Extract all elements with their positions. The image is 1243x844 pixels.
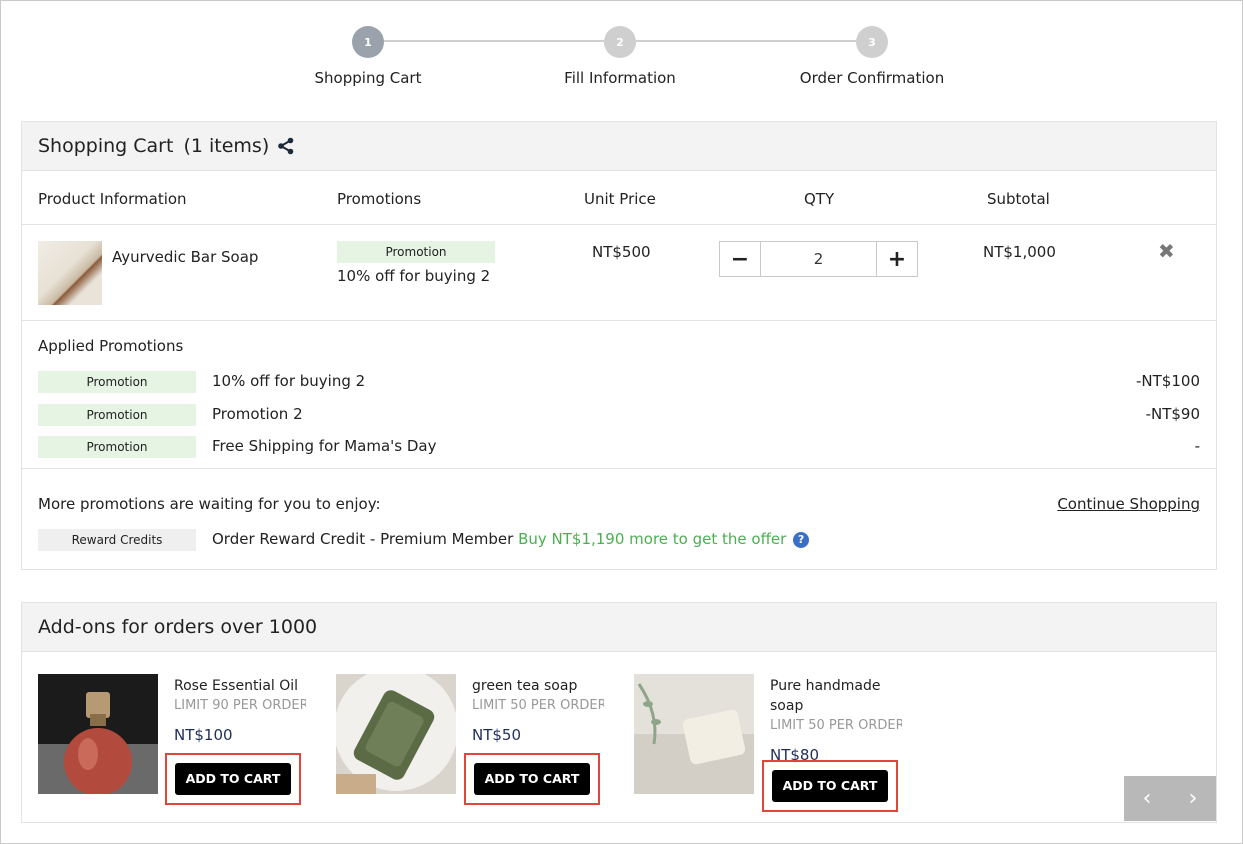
col-unit-price: Unit Price	[584, 190, 656, 208]
continue-shopping-link[interactable]: Continue Shopping	[1057, 495, 1200, 513]
promotion-name: Free Shipping for Mama's Day	[212, 437, 437, 455]
reward-offer-text: Order Reward Credit - Premium Member	[212, 530, 514, 548]
addon-limit: LIMIT 50 PER ORDER	[472, 698, 604, 713]
chevron-right-icon[interactable]: ›	[1170, 776, 1216, 821]
addon-card: Pure handmade soap LIMIT 50 PER ORDER NT…	[634, 674, 914, 814]
qty-increase-button[interactable]: +	[877, 242, 917, 276]
col-product-info: Product Information	[38, 190, 187, 208]
qty-decrease-button[interactable]: −	[720, 242, 760, 276]
addon-limit: LIMIT 50 PER ORDER	[770, 718, 902, 733]
addons-header: Add-ons for orders over 1000	[22, 603, 1216, 652]
step-1-label: Shopping Cart	[314, 69, 422, 87]
add-to-cart-button[interactable]: ADD TO CART	[474, 763, 590, 795]
share-icon[interactable]	[277, 137, 295, 155]
reward-offer-hint: Buy NT$1,190 more to get the offer	[518, 530, 787, 548]
col-promotions: Promotions	[337, 190, 422, 208]
addons-panel: Add-ons for orders over 1000 Rose Essent…	[21, 602, 1217, 823]
step-3-indicator: 3	[856, 26, 888, 58]
applied-promotion-row: Promotion 10% off for buying 2 -NT$100	[38, 371, 1200, 395]
promotion-tag: Promotion	[38, 371, 196, 393]
help-icon[interactable]: ?	[793, 531, 810, 548]
add-to-cart-button[interactable]: ADD TO CART	[175, 763, 291, 795]
col-subtotal: Subtotal	[987, 190, 1050, 208]
more-promotions-title: More promotions are waiting for you to e…	[38, 495, 381, 513]
add-to-cart-highlight: ADD TO CART	[165, 753, 301, 805]
qty-input[interactable]: 2	[760, 242, 877, 276]
promotion-amount: -NT$90	[1145, 405, 1200, 423]
applied-promotion-row: Promotion Free Shipping for Mama's Day -	[38, 436, 1200, 460]
promotion-tag: Promotion	[38, 436, 196, 458]
promotion-amount: -	[1194, 437, 1200, 455]
step-2-label: Fill Information	[564, 69, 676, 87]
addon-image-green-tea-soap[interactable]	[334, 667, 458, 794]
promotion-amount: -NT$100	[1136, 372, 1200, 390]
addon-price: NT$50	[472, 726, 522, 744]
add-to-cart-highlight: ADD TO CART	[762, 760, 898, 812]
addon-card: green tea soap LIMIT 50 PER ORDER NT$50 …	[334, 667, 616, 814]
applied-promotion-row: Promotion Promotion 2 -NT$90	[38, 404, 1200, 428]
addon-name[interactable]: Rose Essential Oil	[174, 676, 304, 696]
promotion-name: 10% off for buying 2	[212, 372, 366, 390]
cart-item-count: (1 items)	[183, 135, 270, 157]
addon-image-rose-oil[interactable]	[38, 674, 158, 796]
promotion-name: Promotion 2	[212, 405, 303, 423]
product-thumbnail[interactable]	[38, 241, 102, 305]
cart-item-row: Ayurvedic Bar Soap Promotion 10% off for…	[22, 225, 1216, 321]
addon-image-handmade-soap[interactable]	[634, 674, 754, 794]
addon-price: NT$100	[174, 726, 233, 744]
reward-credits-tag: Reward Credits	[38, 529, 196, 551]
addon-name[interactable]: Pure handmade soap	[770, 676, 900, 716]
addons-carousel-nav: ‹ ›	[1124, 776, 1216, 821]
addon-name[interactable]: green tea soap	[472, 676, 602, 696]
add-to-cart-button[interactable]: ADD TO CART	[772, 770, 888, 802]
cart-header: Shopping Cart (1 items)	[22, 122, 1216, 171]
promotion-tag: Promotion	[38, 404, 196, 426]
shopping-cart-panel: Shopping Cart (1 items) Product Informat…	[21, 121, 1217, 570]
addon-card: Rose Essential Oil LIMIT 90 PER ORDER NT…	[38, 674, 318, 814]
step-2-indicator: 2	[604, 26, 636, 58]
quantity-stepper: − 2 +	[719, 241, 918, 277]
product-name[interactable]: Ayurvedic Bar Soap	[112, 248, 258, 266]
chevron-left-icon[interactable]: ‹	[1124, 776, 1170, 821]
step-connector	[636, 40, 856, 42]
promotion-text: 10% off for buying 2	[337, 267, 491, 285]
cart-title: Shopping Cart	[38, 135, 174, 157]
item-subtotal: NT$1,000	[983, 243, 1056, 261]
applied-promotions: Applied Promotions Promotion 10% off for…	[22, 321, 1216, 469]
step-connector	[384, 40, 604, 42]
unit-price: NT$500	[592, 243, 651, 261]
applied-promotions-title: Applied Promotions	[38, 337, 184, 355]
cart-column-headers: Product Information Promotions Unit Pric…	[22, 172, 1216, 225]
step-3-label: Order Confirmation	[799, 69, 945, 87]
remove-icon[interactable]: ✖	[1158, 239, 1175, 263]
add-to-cart-highlight: ADD TO CART	[464, 753, 600, 805]
promotion-tag: Promotion	[337, 241, 495, 263]
step-1-indicator: 1	[352, 26, 384, 58]
addon-limit: LIMIT 90 PER ORDER	[174, 698, 306, 713]
addons-title: Add-ons for orders over 1000	[38, 616, 318, 638]
col-qty: QTY	[804, 190, 835, 208]
reward-offer: Order Reward Credit - Premium Member Buy…	[212, 530, 810, 548]
more-promotions: More promotions are waiting for you to e…	[22, 469, 1216, 569]
